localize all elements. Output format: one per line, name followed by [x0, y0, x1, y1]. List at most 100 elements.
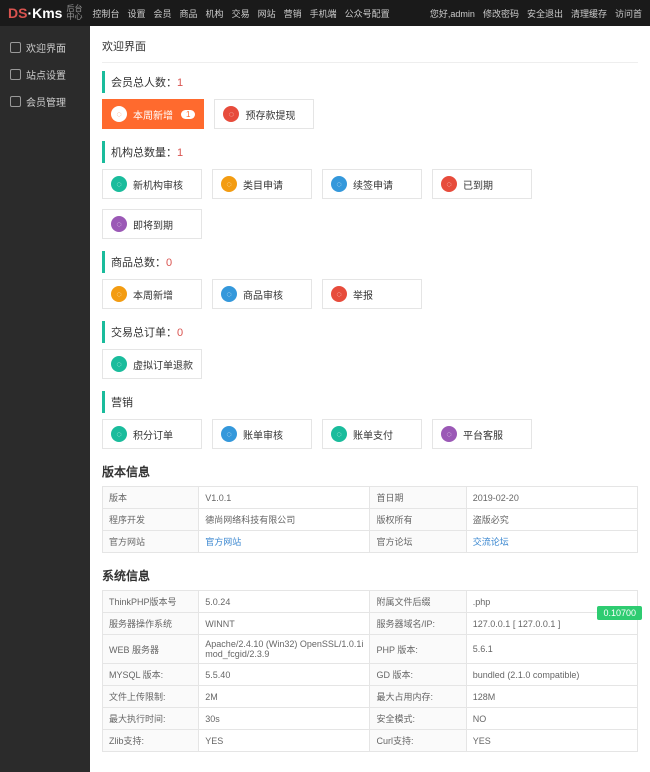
visit-site-link[interactable]: 访问首 [615, 7, 642, 20]
info-value: YES [199, 730, 370, 752]
tile-平台客服[interactable]: ◌平台客服 [432, 419, 532, 449]
tile-label: 本周新增 [133, 287, 173, 302]
info-value: 盗版必究 [466, 509, 637, 531]
tile-label: 虚拟订单退款 [133, 357, 193, 372]
info-key: 安全模式: [370, 708, 466, 730]
info-value: Apache/2.4.10 (Win32) OpenSSL/1.0.1i mod… [199, 635, 370, 664]
info-key: 程序开发 [103, 509, 199, 531]
tile-icon: ◌ [331, 426, 347, 442]
tile-积分订单[interactable]: ◌积分订单 [102, 419, 202, 449]
link[interactable]: 交流论坛 [473, 537, 509, 547]
tile-新机构审核[interactable]: ◌ 新机构审核 [102, 169, 202, 199]
tile-icon: ◌ [111, 176, 127, 192]
section-orgs: 机构总数量：1◌新机构审核◌类目申请◌续签申请◌已到期◌即将到期 [102, 141, 638, 239]
info-key: 首日期 [370, 487, 466, 509]
sidebar: 欢迎界面站点设置会员管理 [0, 26, 90, 772]
info-key: Zlib支持: [103, 730, 199, 752]
tile-icon: ◌ [221, 176, 237, 192]
info-value: 5.6.1 [466, 635, 637, 664]
tile-icon: ◌ [331, 176, 347, 192]
info-key: MYSQL 版本: [103, 664, 199, 686]
tile-label: 本周新增 [133, 107, 173, 122]
tile-举报[interactable]: ◌举报 [322, 279, 422, 309]
section-goods: 商品总数：0 ◌ 本周新增 ◌商品审核 ◌举报 [102, 251, 638, 309]
tile-icon: ◌ [111, 106, 127, 122]
info-value: 5.0.24 [199, 591, 370, 613]
logout-link[interactable]: 安全退出 [527, 7, 563, 20]
info-value: 2M [199, 686, 370, 708]
info-key: 版本 [103, 487, 199, 509]
tile-即将到期[interactable]: ◌即将到期 [102, 209, 202, 239]
tile-icon: ◌ [441, 176, 457, 192]
info-value: 交流论坛 [466, 531, 637, 553]
nav-手机端[interactable]: 手机端 [310, 7, 337, 20]
section-members: 会员总人数：1◌本周新增1◌预存款提现 [102, 71, 638, 129]
sidebar-item[interactable]: 欢迎界面 [0, 34, 90, 61]
info-key: PHP 版本: [370, 635, 466, 664]
info-key: 官方网站 [103, 531, 199, 553]
info-key: ThinkPHP版本号 [103, 591, 199, 613]
tile-账单支付[interactable]: ◌账单支付 [322, 419, 422, 449]
menu-icon [10, 96, 21, 107]
tile-icon: ◌ [441, 426, 457, 442]
info-value: 128M [466, 686, 637, 708]
version-info-title: 版本信息 [102, 463, 638, 480]
tile-label: 续签申请 [353, 177, 393, 192]
version-table: 版本V1.0.1首日期2019-02-20程序开发德尚网络科技有限公司版权所有盗… [102, 486, 638, 553]
nav-机构[interactable]: 机构 [206, 7, 224, 20]
sidebar-label: 欢迎界面 [26, 40, 66, 55]
info-value: 德尚网络科技有限公司 [199, 509, 370, 531]
info-value: NO [466, 708, 637, 730]
info-key: 最大执行时间: [103, 708, 199, 730]
nav-网站[interactable]: 网站 [258, 7, 276, 20]
tile-类目申请[interactable]: ◌类目申请 [212, 169, 312, 199]
tile-label: 即将到期 [133, 217, 173, 232]
tile-商品审核[interactable]: ◌商品审核 [212, 279, 312, 309]
tile-本周新增[interactable]: ◌ 本周新增 1 [102, 99, 204, 129]
nav-商品[interactable]: 商品 [180, 7, 198, 20]
nav-会员[interactable]: 会员 [154, 7, 172, 20]
nav-设置[interactable]: 设置 [128, 7, 146, 20]
info-value: 30s [199, 708, 370, 730]
tile-续签申请[interactable]: ◌ 续签申请 [322, 169, 422, 199]
sidebar-item[interactable]: 会员管理 [0, 88, 90, 115]
nav-控制台[interactable]: 控制台 [92, 7, 119, 20]
section-header: 机构总数量：1 [102, 141, 638, 163]
tile-本周新增[interactable]: ◌ 本周新增 [102, 279, 202, 309]
info-value: 2019-02-20 [466, 487, 637, 509]
tile-label: 账单审核 [243, 427, 283, 442]
tile-账单审核[interactable]: ◌ 账单审核 [212, 419, 312, 449]
sidebar-item[interactable]: 站点设置 [0, 61, 90, 88]
logo: DS·Kms [8, 5, 62, 21]
change-password-link[interactable]: 修改密码 [483, 7, 519, 20]
info-key: 最大占用内存: [370, 686, 466, 708]
info-key: 服务器域名/IP: [370, 613, 466, 635]
tile-icon: ◌ [111, 356, 127, 372]
tile-icon: ◌ [223, 106, 239, 122]
badge: 1 [181, 110, 195, 119]
tile-icon: ◌ [111, 286, 127, 302]
link[interactable]: 官方网站 [205, 537, 241, 547]
clear-cache-link[interactable]: 清理缓存 [571, 7, 607, 20]
tile-label: 已到期 [463, 177, 493, 192]
main: 欢迎界面 会员总人数：1◌本周新增1◌预存款提现机构总数量：1◌新机构审核◌类目… [90, 26, 650, 772]
tile-虚拟订单退款[interactable]: ◌ 虚拟订单退款 [102, 349, 202, 379]
info-value: YES [466, 730, 637, 752]
nav-营销[interactable]: 营销 [284, 7, 302, 20]
system-info-title: 系统信息 [102, 567, 638, 584]
tile-label: 预存款提现 [245, 107, 295, 122]
info-value: WINNT [199, 613, 370, 635]
section-orders: 交易总订单：0◌虚拟订单退款 [102, 321, 638, 379]
info-value: V1.0.1 [199, 487, 370, 509]
tile-预存款提现[interactable]: ◌ 预存款提现 [214, 99, 314, 129]
nav-交易[interactable]: 交易 [232, 7, 250, 20]
menu-icon [10, 69, 21, 80]
section-header: 商品总数：0 [102, 251, 638, 273]
topbar: DS·Kms 后台中心 控制台设置会员商品机构交易网站营销手机端公众号配置 您好… [0, 0, 650, 26]
tile-icon: ◌ [221, 426, 237, 442]
tile-label: 新机构审核 [133, 177, 183, 192]
perf-badge: 0.10700 [597, 606, 642, 620]
tile-已到期[interactable]: ◌ 已到期 [432, 169, 532, 199]
nav-公众号配置[interactable]: 公众号配置 [345, 7, 390, 20]
info-key: 附属文件后缀 [370, 591, 466, 613]
